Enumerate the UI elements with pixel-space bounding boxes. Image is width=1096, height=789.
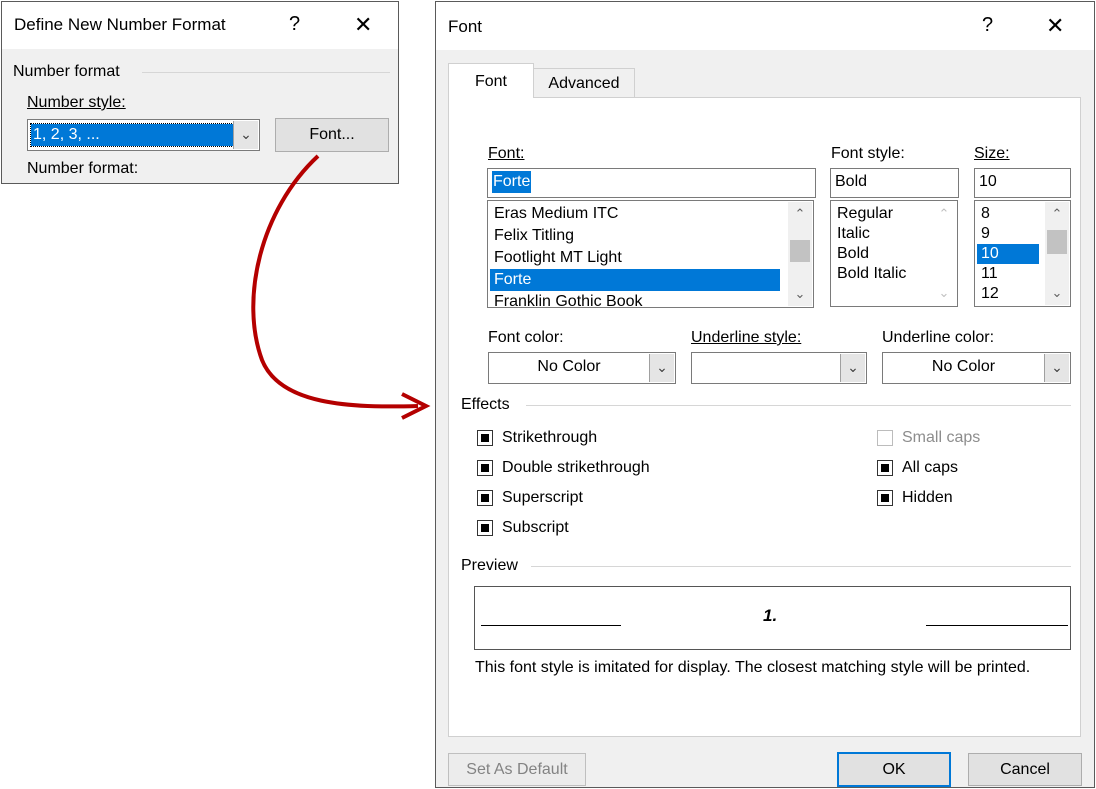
chevron-down-icon[interactable]: ⌄ — [649, 354, 674, 382]
preview-box: 1. — [474, 586, 1071, 650]
size-list[interactable]: 8 9 10 11 12 ⌃ ⌄ — [974, 200, 1071, 307]
preview-sample: 1. — [763, 606, 778, 625]
scroll-up-icon[interactable]: ⌃ — [1045, 204, 1069, 224]
font-list-scrollbar[interactable]: ⌃ ⌄ — [788, 202, 812, 306]
double-strikethrough-checkbox[interactable] — [477, 460, 493, 476]
preview-rule-right — [926, 625, 1068, 626]
font-color-value: No Color — [537, 358, 601, 375]
tab-advanced-label: Advanced — [548, 75, 620, 92]
scroll-down-icon[interactable]: ⌄ — [788, 284, 812, 304]
scroll-up-icon: ⌃ — [938, 206, 950, 221]
set-as-default-label: Set As Default — [466, 761, 568, 778]
scroll-up-icon[interactable]: ⌃ — [788, 204, 812, 224]
list-item[interactable]: Regular — [833, 204, 893, 224]
small-caps-checkbox — [877, 430, 893, 446]
list-item[interactable]: Footlight MT Light — [490, 247, 780, 269]
list-item[interactable]: Italic — [833, 224, 870, 244]
style-list-scrollbar: ⌃ ⌄ — [932, 202, 956, 305]
effects-group-label: Effects — [461, 396, 510, 413]
scroll-thumb[interactable] — [790, 240, 810, 262]
list-item[interactable]: Franklin Gothic Book — [490, 291, 780, 307]
ok-button-label: OK — [882, 761, 906, 778]
preview-note: This font style is imitated for display.… — [475, 659, 1031, 676]
underline-style-label: Underline style: — [691, 329, 802, 346]
list-item[interactable]: Eras Medium ITC — [490, 203, 780, 225]
underline-color-value: No Color — [931, 358, 996, 375]
tab-advanced[interactable]: Advanced — [533, 68, 635, 98]
font-name-value: Forte — [492, 171, 532, 193]
preview-rule-left — [481, 625, 621, 626]
cancel-button-label: Cancel — [1000, 761, 1050, 778]
font-style-label: Font style: — [831, 145, 905, 162]
font-name-label: Font: — [488, 145, 525, 162]
check-mark — [481, 524, 489, 532]
check-mark — [881, 494, 889, 502]
tab-font-label: Font — [474, 73, 507, 90]
size-value: 10 — [979, 173, 997, 190]
small-caps-label: Small caps — [902, 429, 981, 446]
font-dialog: Font ? ✕ Font Advanced Font: Forte Eras … — [435, 1, 1095, 788]
font-color-select[interactable]: No Color ⌄ — [488, 352, 676, 384]
font-dialog-title: Font — [448, 17, 483, 36]
tab-font[interactable]: Font — [448, 63, 534, 98]
font-name-list[interactable]: Eras Medium ITC Felix Titling Footlight … — [487, 200, 814, 308]
list-item[interactable]: 12 — [977, 284, 1039, 304]
font-dialog-titlebar: Font ? ✕ — [436, 2, 1094, 50]
list-item[interactable]: 9 — [977, 224, 1039, 244]
underline-style-select[interactable]: ⌄ — [691, 352, 867, 384]
font-style-value: Bold — [835, 173, 868, 190]
font-name-input[interactable]: Forte — [487, 168, 816, 198]
subscript-checkbox[interactable] — [477, 520, 493, 536]
superscript-label[interactable]: Superscript — [502, 489, 583, 507]
size-list-scrollbar[interactable]: ⌃ ⌄ — [1045, 202, 1069, 305]
close-icon[interactable]: ✕ — [1046, 15, 1064, 37]
hidden-label[interactable]: Hidden — [902, 489, 953, 507]
list-item[interactable]: Bold Italic — [833, 264, 906, 284]
font-color-label: Font color: — [488, 329, 564, 346]
all-caps-label[interactable]: All caps — [902, 459, 958, 477]
ok-button[interactable]: OK — [837, 752, 951, 787]
font-style-list[interactable]: Regular Italic Bold Bold Italic ⌃ ⌄ — [830, 200, 958, 307]
strikethrough-checkbox[interactable] — [477, 430, 493, 446]
strikethrough-label[interactable]: Strikethrough — [502, 429, 597, 447]
preview-divider — [531, 566, 1071, 567]
list-item[interactable]: 8 — [977, 204, 1039, 224]
scroll-down-icon: ⌄ — [938, 285, 950, 300]
chevron-down-icon[interactable]: ⌄ — [840, 354, 865, 382]
list-item-selected[interactable]: Forte — [490, 269, 780, 291]
underline-color-select[interactable]: No Color ⌄ — [882, 352, 1071, 384]
check-mark — [481, 464, 489, 472]
list-item-selected[interactable]: 10 — [977, 244, 1039, 264]
check-mark — [881, 464, 889, 472]
subscript-label[interactable]: Subscript — [502, 519, 569, 537]
hidden-checkbox[interactable] — [877, 490, 893, 506]
arrow-curve — [251, 154, 419, 409]
check-mark — [481, 434, 489, 442]
font-style-input[interactable]: Bold — [830, 168, 959, 198]
underline-style-value — [692, 353, 840, 383]
double-strikethrough-label[interactable]: Double strikethrough — [502, 459, 650, 477]
list-item[interactable]: Felix Titling — [490, 225, 780, 247]
size-input[interactable]: 10 — [974, 168, 1071, 198]
effects-divider — [526, 405, 1071, 406]
help-icon[interactable]: ? — [982, 15, 993, 35]
superscript-checkbox[interactable] — [477, 490, 493, 506]
scroll-down-icon[interactable]: ⌄ — [1045, 283, 1069, 303]
cancel-button[interactable]: Cancel — [968, 753, 1082, 786]
check-mark — [481, 494, 489, 502]
size-label: Size: — [974, 145, 1010, 162]
list-item[interactable]: 11 — [977, 264, 1039, 284]
chevron-down-icon[interactable]: ⌄ — [1044, 354, 1069, 382]
set-as-default-button: Set As Default — [448, 753, 586, 786]
list-item[interactable]: Bold — [833, 244, 869, 264]
all-caps-checkbox[interactable] — [877, 460, 893, 476]
preview-group-label: Preview — [461, 557, 518, 574]
underline-color-label: Underline color: — [882, 329, 995, 346]
scroll-thumb[interactable] — [1047, 230, 1067, 254]
